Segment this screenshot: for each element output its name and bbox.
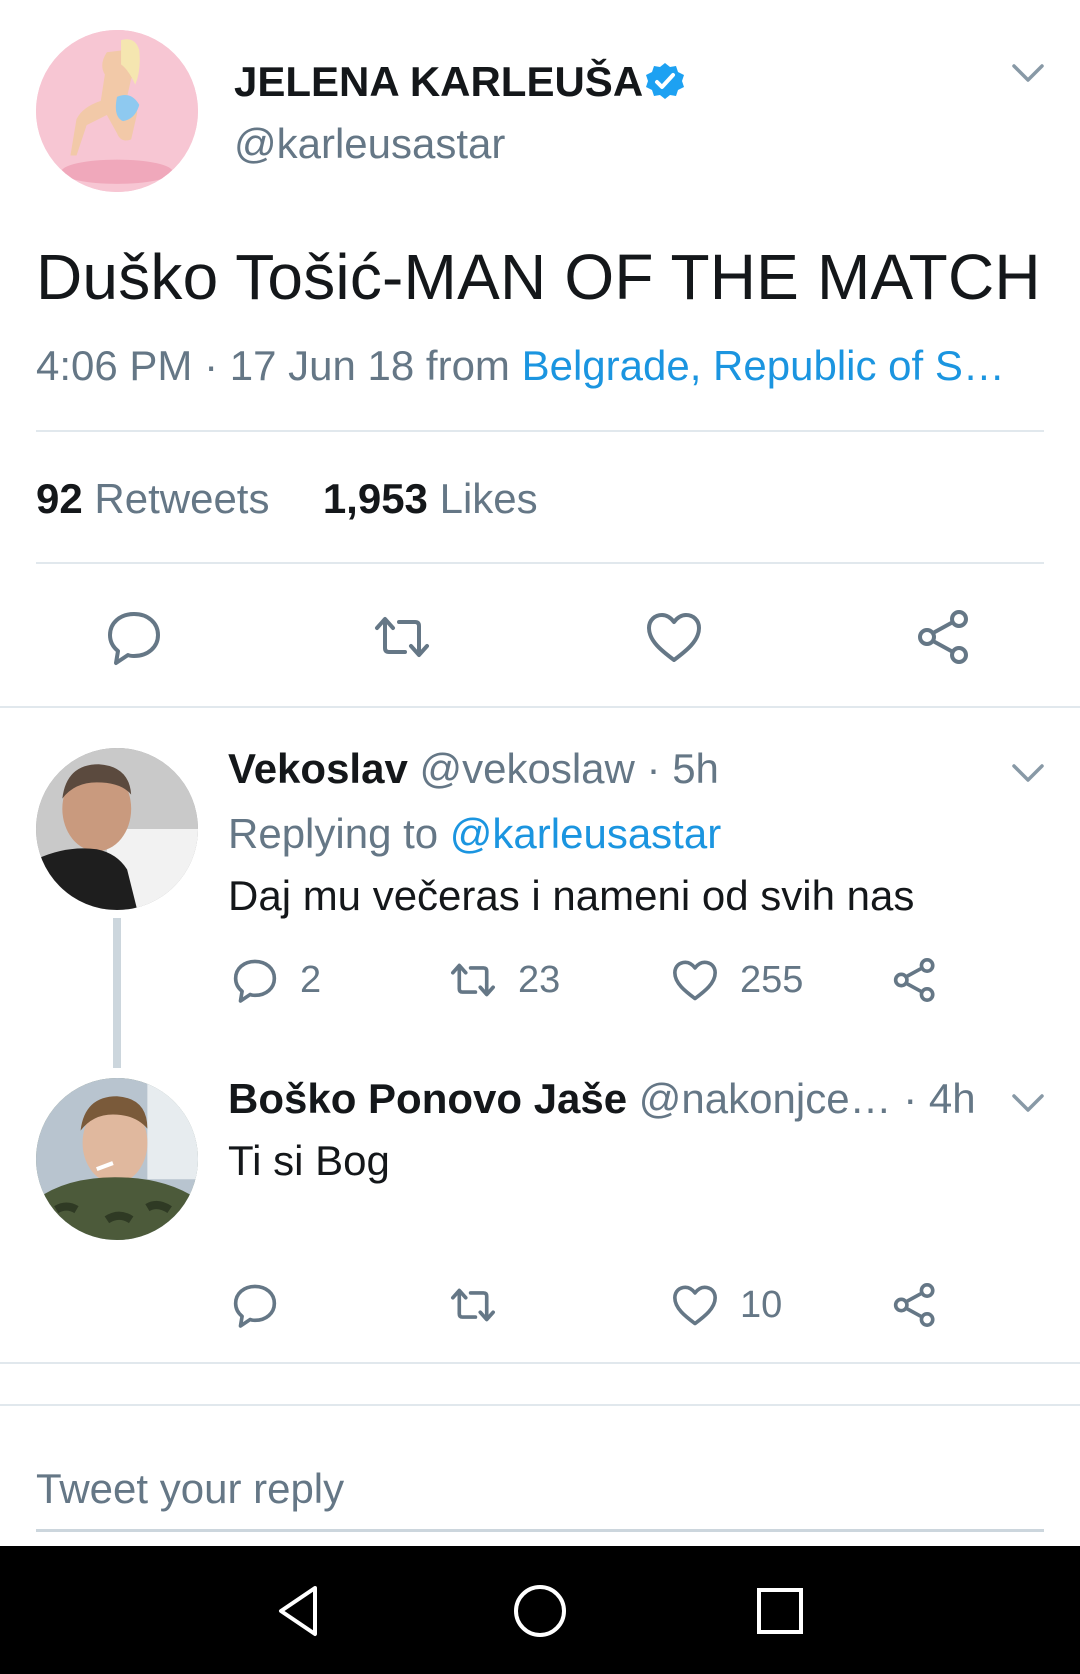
divider [0, 1362, 1080, 1364]
like-action[interactable]: 255 [670, 955, 803, 1005]
separator-dot: · [903, 1075, 918, 1122]
verified-badge-icon [645, 61, 685, 101]
likes-label: Likes [439, 475, 538, 522]
retweet-icon[interactable] [371, 606, 433, 668]
tweet-reply-input[interactable] [36, 1448, 1044, 1532]
retweet-action[interactable] [448, 1280, 518, 1330]
likes-count: 1,953 [322, 475, 428, 522]
retweets-label: Retweets [94, 475, 270, 522]
reply-handle[interactable]: @nakonjce… [639, 1075, 892, 1122]
heart-icon [673, 1285, 717, 1326]
system-nav-bar [0, 1546, 1080, 1674]
reply-header: Vekoslav @vekoslaw · 5h [228, 745, 719, 793]
tweet-stats: 92 Retweets 1,953 Likes [36, 475, 538, 523]
reply-action[interactable] [230, 1280, 300, 1330]
retweets-stat[interactable]: 92 Retweets [36, 475, 269, 522]
heart-icon [673, 960, 717, 1001]
tweet-text: Duško Tošić-MAN OF THE MATCH [36, 241, 1041, 313]
heart-icon[interactable] [643, 606, 705, 668]
reply-icon [233, 1284, 277, 1328]
back-triangle-icon[interactable] [265, 1576, 335, 1646]
reply-display-name[interactable]: Boško Ponovo Jaše [228, 1075, 627, 1122]
replying-to: Replying to @karleusastar [228, 810, 721, 858]
reply-icon [233, 959, 277, 1003]
reply-text: Daj mu večeras i nameni od svih nas [228, 872, 915, 919]
separator-dot: · [646, 745, 661, 792]
reply-age: 4h [928, 1075, 976, 1122]
share-icon[interactable] [913, 606, 975, 668]
reply-count: 2 [300, 958, 322, 1001]
tweet-location-link[interactable]: Belgrade, Republic of S… [522, 342, 1005, 389]
reply-avatar[interactable] [36, 1078, 198, 1240]
tweet-meta: 4:06 PM · 17 Jun 18 from Belgrade, Repub… [36, 342, 1005, 390]
reply-action[interactable]: 2 [230, 955, 321, 1005]
retweet-icon [451, 1288, 495, 1322]
divider [36, 430, 1044, 432]
divider [36, 562, 1044, 564]
chevron-down-icon[interactable] [1010, 1090, 1046, 1118]
tweet-date: 17 Jun 18 [229, 342, 415, 389]
separator-dot: · [204, 342, 230, 389]
reply-age: 5h [672, 745, 719, 792]
author-handle[interactable]: @karleusastar [234, 120, 505, 168]
thread-line [113, 918, 121, 1068]
like-count: 255 [740, 958, 804, 1001]
retweet-icon [451, 963, 495, 997]
chevron-down-icon[interactable] [1010, 60, 1046, 88]
reply-text: Ti si Bog [228, 1137, 390, 1184]
reply-handle[interactable]: @vekoslaw [419, 745, 634, 792]
like-action[interactable]: 10 [670, 1280, 782, 1330]
reply-header: Boško Ponovo Jaše @nakonjce… · 4h [228, 1075, 976, 1123]
author-display-name[interactable]: JELENA KARLEUŠA [234, 58, 643, 106]
divider [0, 706, 1080, 708]
reply-avatar[interactable] [36, 748, 198, 910]
retweet-count: 23 [518, 958, 561, 1001]
from-label: from [425, 342, 510, 389]
share-icon[interactable] [890, 1280, 940, 1330]
retweet-action[interactable]: 23 [448, 955, 560, 1005]
retweets-count: 92 [36, 475, 83, 522]
likes-stat[interactable]: 1,953 Likes [323, 475, 538, 522]
like-count: 10 [740, 1283, 783, 1326]
replying-mention-link[interactable]: @karleusastar [450, 810, 721, 857]
home-circle-icon[interactable] [505, 1576, 575, 1646]
reply-display-name[interactable]: Vekoslav [228, 745, 408, 792]
share-icon[interactable] [890, 955, 940, 1005]
reply-icon[interactable] [103, 606, 165, 668]
recents-square-icon[interactable] [745, 1576, 815, 1646]
divider [0, 1404, 1080, 1406]
replying-label: Replying to [228, 810, 439, 857]
tweet-time: 4:06 PM [36, 342, 193, 389]
author-avatar[interactable] [36, 30, 198, 192]
chevron-down-icon[interactable] [1010, 760, 1046, 788]
